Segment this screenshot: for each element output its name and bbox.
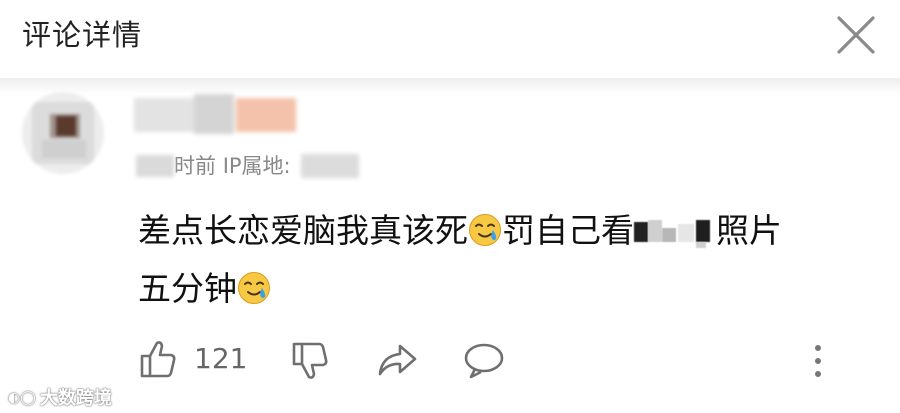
watermark-logo-icon: ◐◯ — [8, 390, 36, 406]
comment-text-part2: 罚自己看 — [502, 211, 634, 250]
comment-actions: 121 — [138, 338, 878, 382]
time-redacted — [136, 155, 174, 177]
ip-location-redacted — [300, 154, 359, 178]
close-button[interactable] — [833, 12, 879, 58]
redacted-name — [634, 214, 716, 248]
share-icon[interactable] — [376, 340, 420, 380]
thumbs-up-icon[interactable] — [138, 338, 180, 380]
watermark-text: 大数跨境 — [39, 388, 112, 409]
comment-text: 差点长恋爱脑我真该死 罚自己看 照片 五分钟 — [138, 202, 878, 318]
close-icon[interactable] — [833, 12, 879, 58]
avatar[interactable] — [22, 92, 104, 174]
page-title: 评论详情 — [22, 18, 143, 52]
ip-location-label: IP属地: — [222, 154, 291, 178]
like-count: 121 — [194, 342, 248, 375]
reply-button[interactable] — [462, 340, 506, 384]
header-divider — [0, 78, 900, 94]
crying-smile-icon — [238, 272, 270, 304]
more-vertical-icon[interactable] — [806, 342, 830, 380]
username-redacted[interactable] — [134, 94, 296, 136]
comment-meta: 时前 IP属地: — [136, 150, 359, 180]
comment-text-part3: 照片 — [716, 211, 782, 250]
share-button[interactable] — [376, 340, 420, 384]
thumbs-down-icon[interactable] — [290, 340, 332, 382]
comment-bubble-icon[interactable] — [462, 340, 506, 380]
dislike-button[interactable] — [290, 340, 332, 386]
page-header: 评论详情 — [0, 0, 900, 78]
comment-time: 时前 — [174, 154, 216, 178]
more-options-button[interactable] — [806, 342, 830, 384]
comment-text-part4: 五分钟 — [138, 269, 237, 308]
crying-smile-icon — [469, 214, 501, 246]
comment-text-part1: 差点长恋爱脑我真该死 — [138, 211, 468, 250]
watermark: ◐◯ 大数跨境 — [8, 384, 112, 409]
like-button[interactable] — [138, 338, 180, 384]
